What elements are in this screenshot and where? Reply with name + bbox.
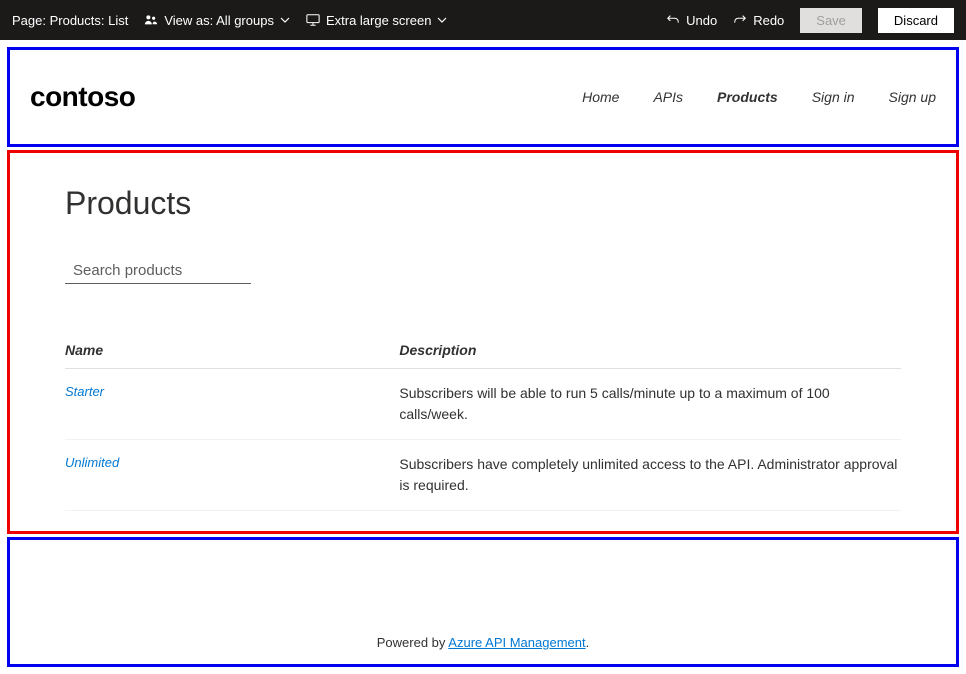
chevron-down-icon [280, 15, 290, 25]
product-link[interactable]: Unlimited [65, 455, 119, 470]
search-field[interactable] [65, 262, 251, 284]
brand-logo[interactable]: contoso [30, 81, 135, 113]
editor-top-bar: Page: Products: List View as: All groups… [0, 0, 966, 40]
site-footer-region: Powered by Azure API Management. [7, 537, 959, 667]
footer-link[interactable]: Azure API Management [448, 635, 585, 650]
redo-icon [733, 13, 747, 27]
nav-signup[interactable]: Sign up [889, 89, 936, 105]
undo-button[interactable]: Undo [666, 13, 717, 28]
screen-size-dropdown[interactable]: Extra large screen [306, 13, 448, 28]
redo-button[interactable]: Redo [733, 13, 784, 28]
view-as-label: View as: All groups [164, 13, 274, 28]
product-description: Subscribers have completely unlimited ac… [399, 440, 901, 511]
redo-label: Redo [753, 13, 784, 28]
people-icon [144, 13, 158, 27]
column-header-description[interactable]: Description [399, 332, 901, 369]
table-row: Starter Subscribers will be able to run … [65, 369, 901, 440]
page-title: Products [65, 185, 901, 222]
search-input[interactable] [73, 262, 272, 279]
products-table: Name Description Starter Subscribers wil… [65, 332, 901, 511]
view-as-dropdown[interactable]: View as: All groups [144, 13, 290, 28]
undo-label: Undo [686, 13, 717, 28]
footer-text: Powered by Azure API Management. [377, 635, 589, 650]
monitor-icon [306, 13, 320, 27]
table-row: Unlimited Subscribers have completely un… [65, 440, 901, 511]
nav-signin[interactable]: Sign in [812, 89, 855, 105]
nav-products[interactable]: Products [717, 89, 778, 105]
undo-icon [666, 13, 680, 27]
page-breadcrumb[interactable]: Page: Products: List [12, 13, 128, 28]
main-content-region: Products Name Description Starter Subscr… [7, 150, 959, 534]
chevron-down-icon [437, 15, 447, 25]
site-header-region: contoso Home APIs Products Sign in Sign … [7, 47, 959, 147]
product-description: Subscribers will be able to run 5 calls/… [399, 369, 901, 440]
column-header-name[interactable]: Name [65, 332, 399, 369]
discard-button[interactable]: Discard [878, 8, 954, 33]
save-button[interactable]: Save [800, 8, 862, 33]
primary-nav: Home APIs Products Sign in Sign up [582, 89, 936, 105]
nav-apis[interactable]: APIs [653, 89, 683, 105]
product-link[interactable]: Starter [65, 384, 104, 399]
screen-size-label: Extra large screen [326, 13, 432, 28]
nav-home[interactable]: Home [582, 89, 619, 105]
